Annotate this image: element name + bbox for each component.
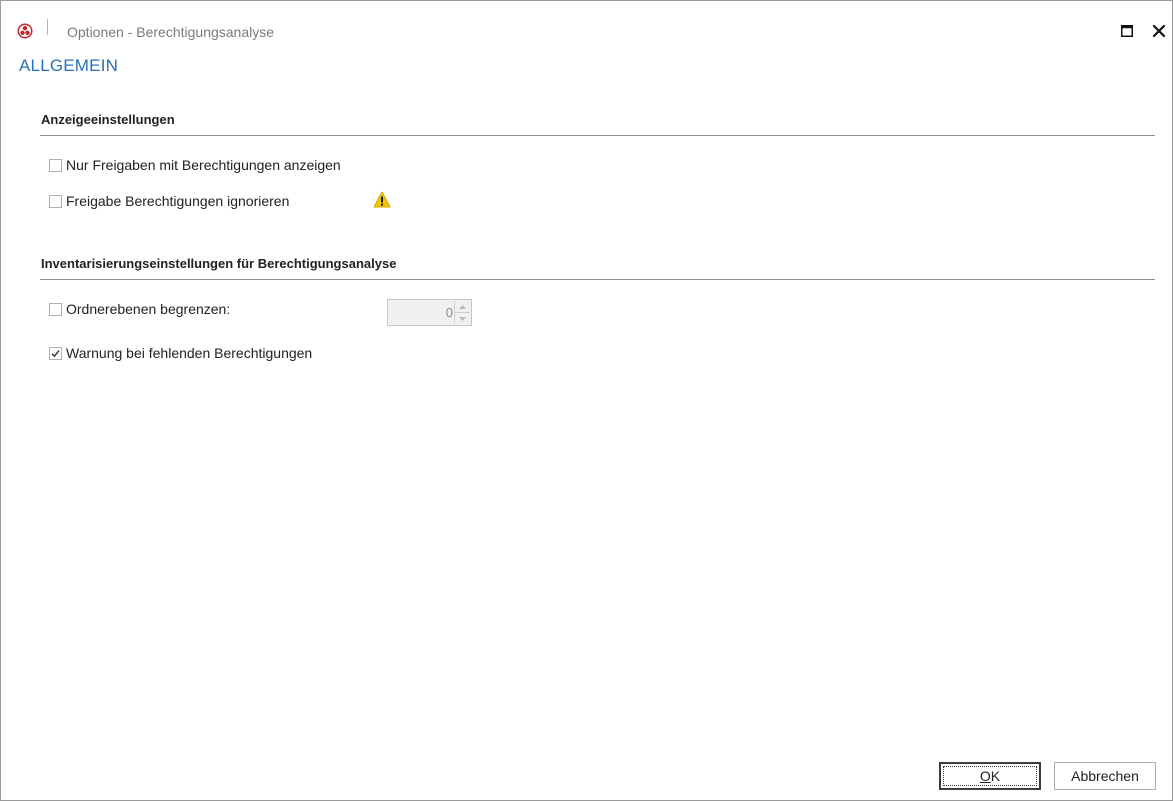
options-dialog: Optionen - Berechtigungsanalyse ALLGEMEI… — [0, 0, 1173, 801]
checkbox[interactable] — [49, 194, 62, 208]
option-label: Freigabe Berechtigungen ignorieren — [66, 193, 290, 209]
option-warn-missing-permissions[interactable]: Warnung bei fehlenden Berechtigungen — [49, 344, 312, 362]
close-icon — [1153, 25, 1165, 37]
maximize-button[interactable] — [1117, 21, 1137, 41]
option-ignore-share-permissions[interactable]: Freigabe Berechtigungen ignorieren — [49, 192, 289, 210]
chevron-up-icon — [459, 304, 466, 309]
warning-icon — [373, 191, 391, 208]
section-title-inventory: Inventarisierungseinstellungen für Berec… — [41, 256, 397, 271]
chevron-down-icon — [459, 316, 466, 321]
title-bar[interactable]: Optionen - Berechtigungsanalyse — [1, 1, 1172, 41]
stepper-up-button[interactable] — [454, 301, 470, 313]
stepper-value: 0 — [445, 305, 453, 320]
stepper-down-button[interactable] — [454, 313, 470, 324]
maximize-icon — [1121, 25, 1133, 37]
checkbox-checked[interactable] — [49, 346, 62, 360]
focus-rect — [943, 766, 1037, 786]
section-title-display: Anzeigeeinstellungen — [41, 112, 175, 127]
ok-button[interactable]: OK — [939, 762, 1041, 790]
close-button[interactable] — [1149, 21, 1169, 41]
option-limit-folder-levels[interactable]: Ordnerebenen begrenzen: — [49, 300, 230, 318]
checkmark-icon — [51, 349, 60, 357]
section-divider — [40, 135, 1155, 136]
cancel-button[interactable]: Abbrechen — [1054, 762, 1156, 790]
option-label: Nur Freigaben mit Berechtigungen anzeige… — [66, 157, 341, 173]
section-divider — [40, 279, 1155, 280]
checkbox[interactable] — [49, 158, 62, 172]
option-label: Ordnerebenen begrenzen: — [66, 301, 231, 317]
app-logo-icon — [17, 23, 33, 39]
page-heading: ALLGEMEIN — [19, 56, 119, 75]
title-separator — [47, 19, 48, 35]
option-only-shares-with-permissions[interactable]: Nur Freigaben mit Berechtigungen anzeige… — [49, 156, 341, 174]
window-title: Optionen - Berechtigungsanalyse — [67, 24, 275, 40]
checkbox[interactable] — [49, 302, 62, 316]
folder-levels-stepper[interactable]: 0 — [387, 299, 472, 326]
option-label: Warnung bei fehlenden Berechtigungen — [66, 345, 313, 361]
